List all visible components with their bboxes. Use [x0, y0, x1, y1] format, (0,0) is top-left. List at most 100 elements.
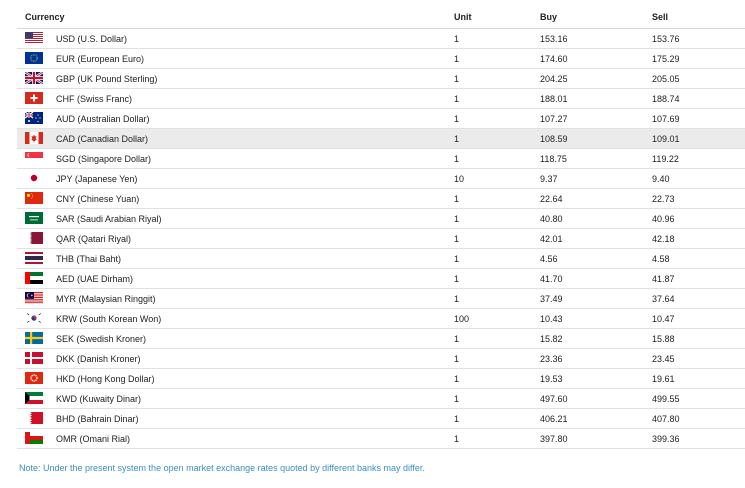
korea-flag-icon	[25, 312, 43, 324]
hongkong-flag-icon	[25, 372, 43, 384]
unit-value: 1	[454, 194, 460, 204]
table-row: CHF (Swiss Franc) 1 188.01 188.74	[17, 89, 745, 109]
header-unit: Unit	[454, 12, 472, 22]
currency-name: USD (U.S. Dollar)	[56, 34, 128, 44]
buy-rate: 19.53	[540, 374, 563, 384]
sweden-flag-icon	[25, 332, 43, 344]
sell-rate: 37.64	[652, 294, 675, 304]
buy-rate: 4.56	[540, 254, 558, 264]
sell-rate: 40.96	[652, 214, 675, 224]
buy-rate: 37.49	[540, 294, 563, 304]
sell-rate: 42.18	[652, 234, 675, 244]
singapore-flag-icon	[25, 152, 43, 164]
unit-value: 1	[454, 94, 460, 104]
sell-rate: 22.73	[652, 194, 675, 204]
sell-rate: 15.88	[652, 334, 675, 344]
table-row: USD (U.S. Dollar) 1 153.16 153.76	[17, 29, 745, 49]
japan-flag-icon	[25, 172, 43, 184]
currency-name: MYR (Malaysian Ringgit)	[56, 294, 156, 304]
denmark-flag-icon	[25, 352, 43, 364]
header-currency: Currency	[25, 12, 65, 22]
unit-value: 1	[454, 234, 460, 244]
unit-value: 1	[454, 334, 460, 344]
table-body: USD (U.S. Dollar) 1 153.16 153.76 EUR (Europ…	[17, 29, 745, 449]
sell-rate: 109.01	[652, 134, 680, 144]
unit-value: 1	[454, 414, 460, 424]
unit-value: 1	[454, 274, 460, 284]
sell-rate: 119.22	[652, 154, 679, 164]
table-row: HKD (Hong Kong Dollar) 1 19.53 19.61	[17, 369, 745, 389]
oman-flag-icon	[25, 432, 43, 444]
buy-rate: 188.01	[540, 94, 568, 104]
table-row: SGD (Singapore Dollar) 1 118.75 119.22	[17, 149, 745, 169]
table-row: THB (Thai Baht) 1 4.56 4.58	[17, 249, 745, 269]
header-sell: Sell	[652, 12, 669, 22]
currency-name: CHF (Swiss Franc)	[56, 94, 132, 104]
buy-rate: 108.59	[540, 134, 568, 144]
currency-name: EUR (European Euro)	[56, 54, 145, 64]
table-row: SAR (Saudi Arabian Riyal) 1 40.80 40.96	[17, 209, 745, 229]
unit-value: 1	[454, 134, 460, 144]
unit-value: 1	[454, 254, 460, 264]
sell-rate: 407.80	[652, 414, 680, 424]
buy-rate: 118.75	[540, 154, 567, 164]
table-row: EUR (European Euro) 1 174.60 175.29	[17, 49, 745, 69]
currency-name: SAR (Saudi Arabian Riyal)	[56, 214, 162, 224]
buy-rate: 174.60	[540, 54, 568, 64]
sell-rate: 9.40	[652, 174, 670, 184]
table-row: KRW (South Korean Won) 100 10.43 10.47	[17, 309, 745, 329]
table-row: QAR (Qatari Riyal) 1 42.01 42.18	[17, 229, 745, 249]
currency-name: THB (Thai Baht)	[56, 254, 122, 264]
buy-rate: 23.36	[540, 354, 563, 364]
buy-rate: 107.27	[540, 114, 568, 124]
currency-name: SEK (Swedish Kroner)	[56, 334, 147, 344]
saudi-flag-icon	[25, 212, 43, 224]
currency-name: GBP (UK Pound Sterling)	[56, 74, 158, 84]
buy-rate: 22.64	[540, 194, 563, 204]
kuwait-flag-icon	[25, 392, 43, 404]
canada-flag-icon	[25, 132, 43, 144]
unit-value: 1	[454, 434, 460, 444]
sell-rate: 205.05	[652, 74, 680, 84]
currency-name: AUD (Australian Dollar)	[56, 114, 150, 124]
unit-value: 1	[454, 354, 460, 364]
unit-value: 1	[454, 34, 460, 44]
buy-rate: 15.82	[540, 334, 563, 344]
thailand-flag-icon	[25, 252, 43, 264]
table-row: MYR (Malaysian Ringgit) 1 37.49 37.64	[17, 289, 745, 309]
sell-rate: 153.76	[652, 34, 680, 44]
sell-rate: 19.61	[652, 374, 675, 384]
table-row: DKK (Danish Kroner) 1 23.36 23.45	[17, 349, 745, 369]
buy-rate: 42.01	[540, 234, 563, 244]
buy-rate: 397.80	[540, 434, 568, 444]
currency-name: KRW (South Korean Won)	[56, 314, 162, 324]
swiss-flag-icon	[25, 92, 43, 104]
unit-value: 1	[454, 114, 460, 124]
unit-value: 1	[454, 214, 460, 224]
us-flag-icon	[25, 32, 43, 44]
currency-name: SGD (Singapore Dollar)	[56, 154, 152, 164]
table-row: GBP (UK Pound Sterling) 1 204.25 205.05	[17, 69, 745, 89]
unit-value: 1	[454, 154, 460, 164]
footnote: Note: Under the present system the open …	[19, 463, 425, 473]
unit-value: 1	[454, 374, 460, 384]
sell-rate: 107.69	[652, 114, 680, 124]
exchange-rate-table: Currency Unit Buy Sell USD (U.S. Dollar)…	[17, 8, 745, 449]
buy-rate: 153.16	[540, 34, 568, 44]
unit-value: 10	[454, 174, 465, 184]
china-flag-icon	[25, 192, 43, 204]
currency-name: CNY (Chinese Yuan)	[56, 194, 140, 204]
sell-rate: 4.58	[652, 254, 670, 264]
currency-name: JPY (Japanese Yen)	[56, 174, 138, 184]
table-row: AED (UAE Dirham) 1 41.70 41.87	[17, 269, 745, 289]
australia-flag-icon	[25, 112, 43, 124]
currency-name: CAD (Canadian Dollar)	[56, 134, 149, 144]
currency-name: QAR (Qatari Riyal)	[56, 234, 132, 244]
table-row: CAD (Canadian Dollar) 1 108.59 109.01	[17, 129, 745, 149]
sell-rate: 23.45	[652, 354, 675, 364]
table-header: Currency Unit Buy Sell	[17, 8, 745, 29]
currency-name: AED (UAE Dirham)	[56, 274, 134, 284]
buy-rate: 41.70	[540, 274, 563, 284]
currency-name: KWD (Kuwaity Dinar)	[56, 394, 142, 404]
header-buy: Buy	[540, 12, 558, 22]
